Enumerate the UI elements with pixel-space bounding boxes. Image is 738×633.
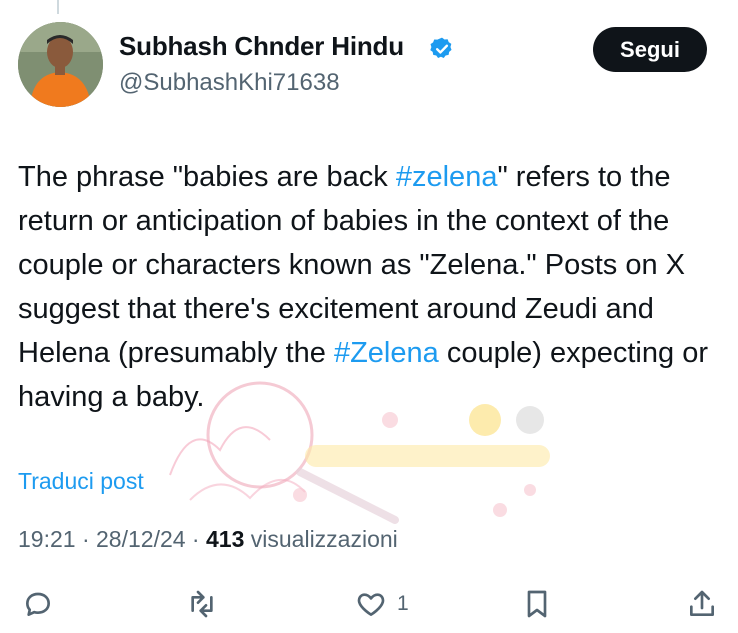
post-date[interactable]: 28/12/24	[96, 526, 186, 552]
reply-icon	[26, 592, 50, 616]
author-handle[interactable]: @SubhashKhi71638	[119, 69, 340, 97]
separator: ·	[185, 526, 206, 552]
post-text: The phrase "babies are back #zelena" ref…	[18, 155, 730, 419]
separator: ·	[75, 526, 97, 552]
author-display-name[interactable]: Subhash Chnder Hindu	[119, 31, 404, 62]
bookmark-icon	[527, 590, 547, 618]
bookmark-button[interactable]	[521, 586, 553, 622]
share-icon	[690, 590, 714, 616]
heart-icon	[357, 593, 385, 616]
action-bar: 1	[0, 580, 738, 630]
like-button[interactable]: 1	[355, 586, 409, 622]
repost-button[interactable]	[186, 586, 218, 622]
repost-icon	[191, 590, 213, 618]
follow-button[interactable]: Segui	[593, 27, 707, 72]
share-button[interactable]	[686, 586, 718, 622]
hashtag-link[interactable]: #zelena	[396, 161, 498, 193]
hashtag-link[interactable]: #Zelena	[334, 337, 439, 369]
post-time[interactable]: 19:21	[18, 526, 76, 552]
post-metadata: 19:21 · 28/12/24 · 413 visualizzazioni	[18, 526, 398, 553]
reply-button[interactable]	[22, 586, 54, 622]
views-count: 413	[206, 526, 245, 552]
post-text-segment: The phrase "babies are back	[18, 161, 396, 193]
translate-post-link[interactable]: Traduci post	[18, 468, 144, 495]
verified-badge-icon	[430, 37, 452, 58]
profile-photo-icon	[18, 22, 103, 107]
views-label: visualizzazioni	[244, 526, 398, 552]
avatar[interactable]	[18, 22, 103, 107]
thread-line	[57, 0, 59, 14]
like-count: 1	[397, 592, 409, 615]
